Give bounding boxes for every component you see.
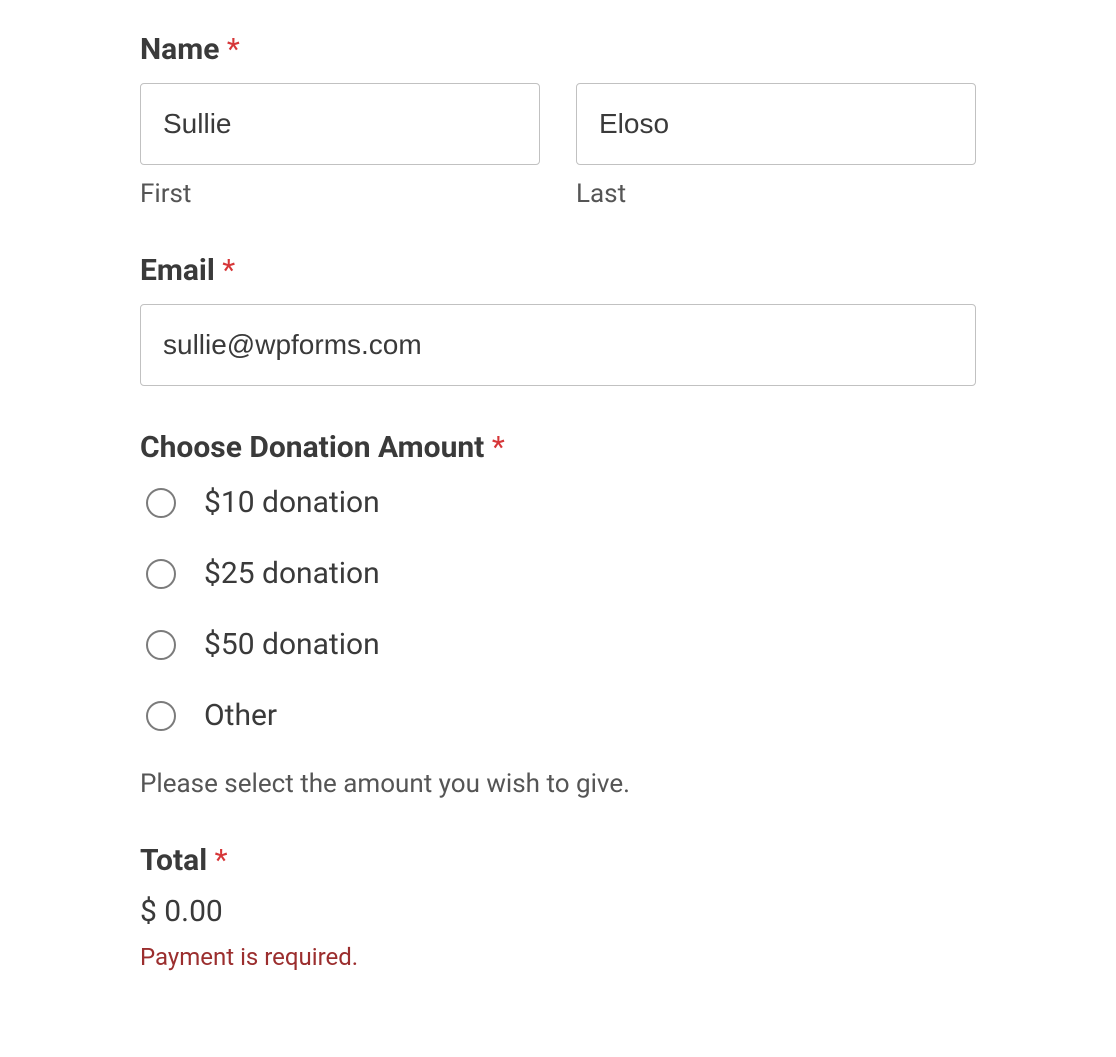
total-label: Total * (140, 843, 976, 878)
required-mark: * (222, 253, 235, 288)
email-label: Email * (140, 253, 976, 288)
donation-option-label: $25 donation (204, 556, 380, 591)
name-label: Name * (140, 32, 976, 67)
required-mark: * (227, 32, 240, 67)
donation-option-label: Other (204, 698, 277, 733)
donation-label: Choose Donation Amount * (140, 430, 976, 465)
email-field-group: Email * (140, 253, 976, 386)
radio-icon[interactable] (146, 630, 176, 660)
last-name-col: Last (576, 83, 976, 209)
donation-option-other[interactable]: Other (140, 698, 976, 733)
last-name-input[interactable] (576, 83, 976, 165)
last-name-sublabel: Last (576, 179, 976, 209)
total-label-text: Total (140, 843, 207, 878)
donation-radio-list: $10 donation $25 donation $50 donation O… (140, 485, 976, 733)
name-row: First Last (140, 83, 976, 209)
donation-option-50[interactable]: $50 donation (140, 627, 976, 662)
donation-option-label: $50 donation (204, 627, 380, 662)
donation-help-text: Please select the amount you wish to giv… (140, 769, 976, 799)
donation-option-25[interactable]: $25 donation (140, 556, 976, 591)
required-mark: * (215, 843, 228, 878)
name-field-group: Name * First Last (140, 32, 976, 209)
total-field-group: Total * $ 0.00 Payment is required. (140, 843, 976, 971)
email-label-text: Email (140, 253, 215, 288)
radio-icon[interactable] (146, 701, 176, 731)
first-name-input[interactable] (140, 83, 540, 165)
first-name-col: First (140, 83, 540, 209)
total-error-text: Payment is required. (140, 943, 976, 971)
name-label-text: Name (140, 32, 219, 67)
radio-icon[interactable] (146, 559, 176, 589)
donation-option-10[interactable]: $10 donation (140, 485, 976, 520)
email-input[interactable] (140, 304, 976, 386)
required-mark: * (492, 430, 505, 465)
donation-field-group: Choose Donation Amount * $10 donation $2… (140, 430, 976, 799)
radio-icon[interactable] (146, 488, 176, 518)
donation-label-text: Choose Donation Amount (140, 430, 484, 465)
total-value: $ 0.00 (140, 894, 976, 929)
donation-option-label: $10 donation (204, 485, 380, 520)
first-name-sublabel: First (140, 179, 540, 209)
